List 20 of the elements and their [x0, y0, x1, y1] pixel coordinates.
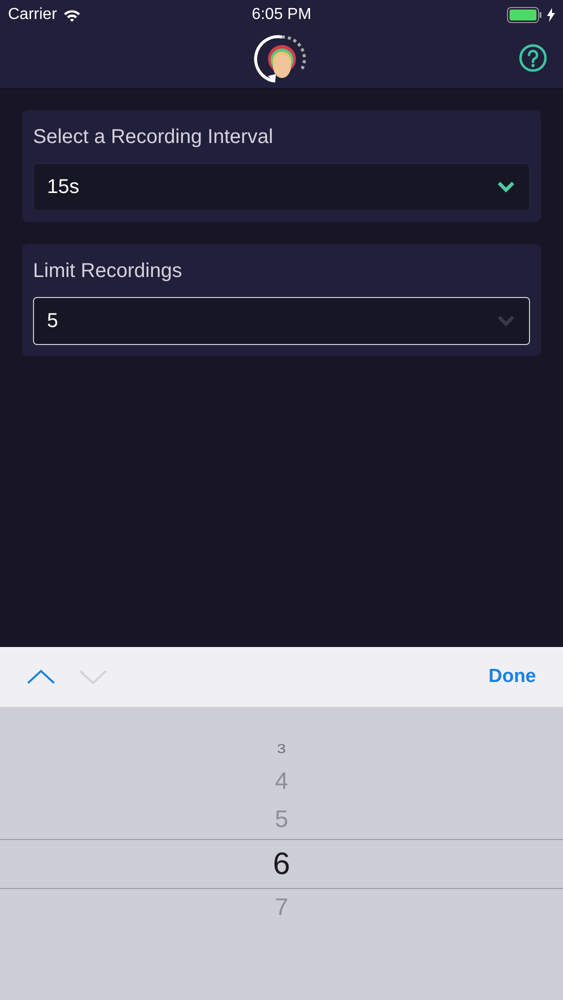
- chevron-down-icon: [497, 315, 515, 327]
- field-label: Select a Recording Interval: [33, 125, 274, 150]
- carrier-label: Carrier: [8, 6, 57, 24]
- charging-icon: [547, 8, 555, 22]
- picker-option[interactable]: 3: [277, 740, 286, 760]
- picker-option[interactable]: 5: [274, 801, 288, 839]
- help-icon[interactable]: [519, 44, 547, 72]
- chevron-down-icon: [497, 181, 515, 193]
- clock-time: 6:05 PM: [252, 6, 312, 23]
- wifi-icon: [62, 8, 81, 22]
- battery-icon: [507, 7, 543, 23]
- dropdown-field[interactable]: 15s: [33, 163, 530, 211]
- done-button[interactable]: Done: [488, 666, 536, 688]
- picker-option[interactable]: 7: [274, 889, 288, 927]
- picker-option[interactable]: 6: [0, 839, 563, 889]
- dropdown-field[interactable]: 5: [33, 297, 530, 345]
- number-picker[interactable]: 3 4 5 6 7: [0, 707, 563, 1000]
- chevron-up-icon[interactable]: [27, 669, 55, 685]
- field-label: Limit Recordings: [33, 259, 183, 284]
- picker-option[interactable]: 4: [274, 763, 288, 801]
